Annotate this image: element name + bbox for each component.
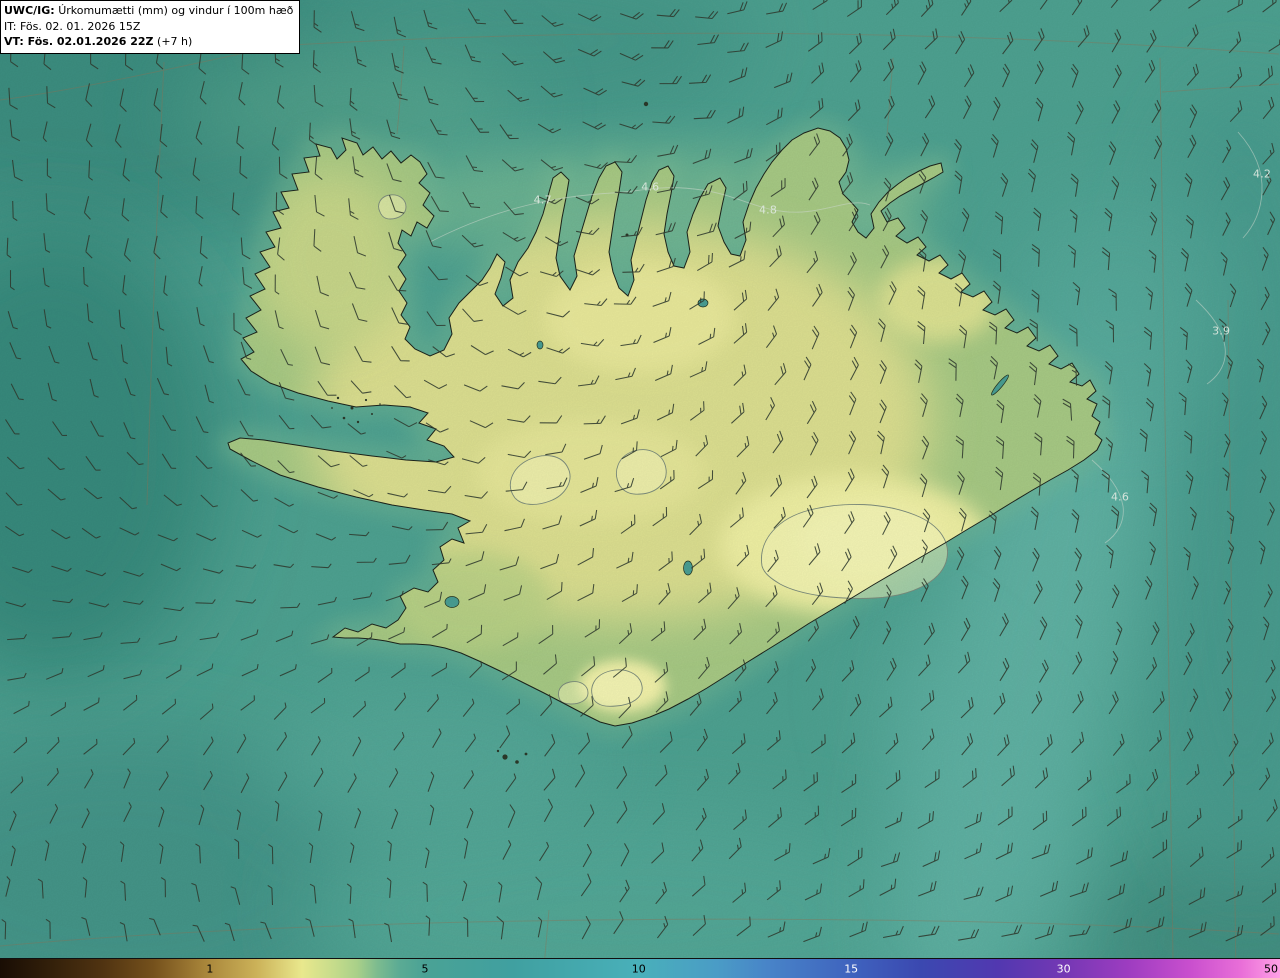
valid-time-offset: (+7 h) (157, 35, 193, 48)
colorbar: 1 5 10 15 30 50 (0, 958, 1280, 978)
product-name: UWC/IG: (4, 4, 55, 17)
title-line-product: UWC/IG: Úrkomumætti (mm) og vindur í 100… (4, 3, 293, 19)
weather-map-stage: 4.7 4.6 4.8 4.2 3.9 4.6 UWC/IG: Úrkomumætti (… (0, 0, 1280, 978)
valid-time: VT: Fös. 02.01.2026 22Z (+7 h) (4, 34, 293, 50)
dither-texture (0, 0, 1280, 978)
colorbar-tick-label: 1 (206, 962, 214, 975)
init-time: IT: Fös. 02. 01. 2026 15Z (4, 19, 141, 33)
valid-time-main: VT: Fös. 02.01.2026 22Z (4, 35, 154, 48)
colorbar-tick-label: 10 (631, 962, 646, 975)
colorbar-tick-label: 5 (421, 962, 429, 975)
colorbar-tick-label: 15 (844, 962, 859, 975)
weather-map-canvas (0, 0, 1280, 978)
product-title: Úrkomumætti (mm) og vindur í 100m hæð (58, 4, 294, 17)
colorbar-tick-label: 30 (1056, 962, 1071, 975)
title-box: UWC/IG: Úrkomumætti (mm) og vindur í 100… (0, 0, 301, 54)
colorbar-tick-label: 50 (1264, 962, 1278, 975)
